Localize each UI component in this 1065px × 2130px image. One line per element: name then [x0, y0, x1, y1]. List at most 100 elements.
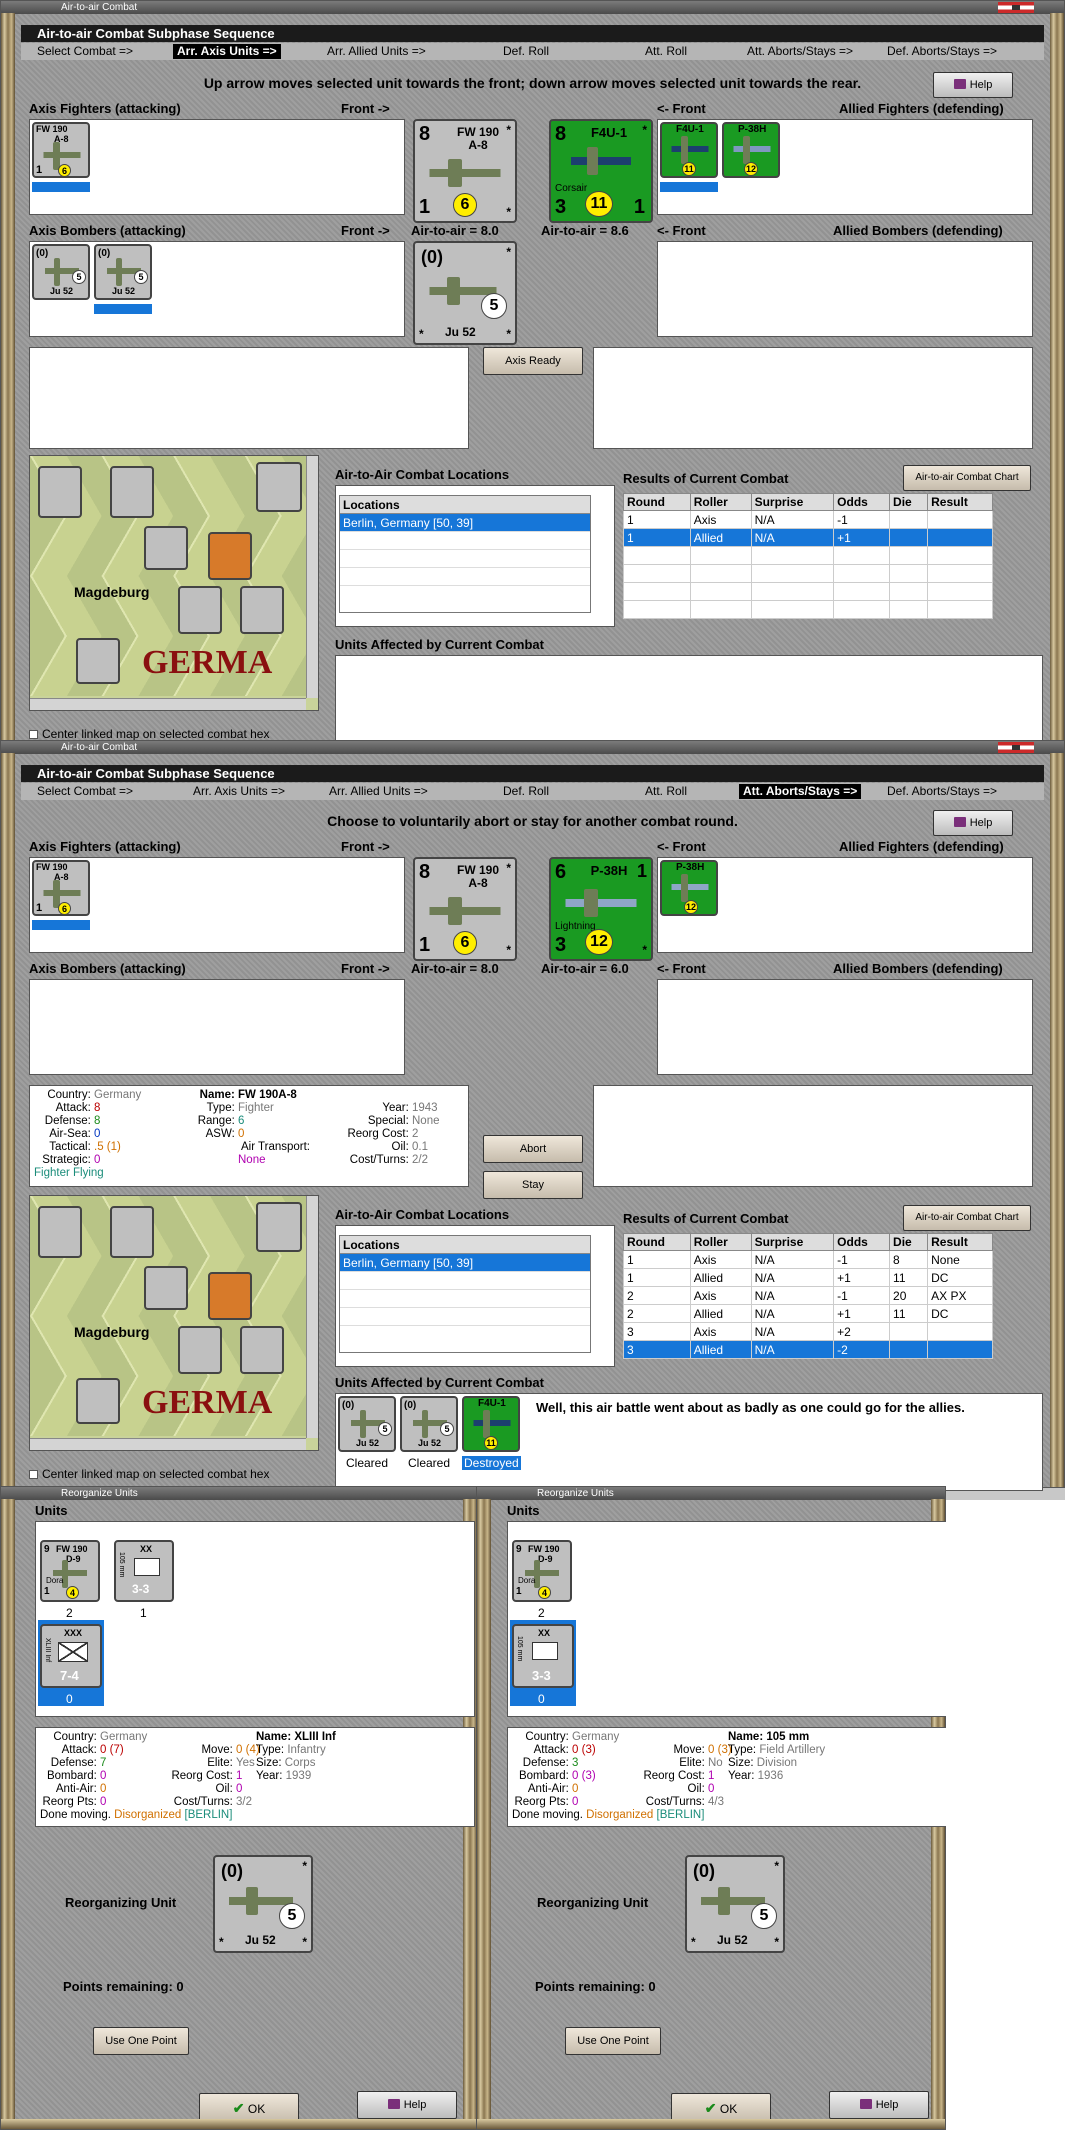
- results-header-roller[interactable]: Roller: [689, 493, 752, 511]
- map-unit-counter[interactable]: [76, 1378, 120, 1424]
- allied-fighters-box[interactable]: F4U-1 11 P-38H 12: [657, 119, 1033, 215]
- units-box[interactable]: 9 FW 190 D-9 Dora 1 4 2 XX 105 mm 3-3 0: [507, 1521, 947, 1717]
- map-unit-counter[interactable]: [178, 1326, 222, 1374]
- map-unit-counter[interactable]: [38, 466, 82, 518]
- ju52-counter-small[interactable]: (0) 5 Ju 52: [32, 244, 90, 300]
- location-row-empty[interactable]: [340, 532, 590, 550]
- help-button[interactable]: Help: [829, 2091, 929, 2119]
- fw190-counter-large[interactable]: 8 FW 190 A-8 * 1 6 *: [413, 119, 517, 223]
- f4u-affected-counter[interactable]: F4U-1 11: [462, 1396, 520, 1452]
- center-map-checkbox[interactable]: Center linked map on selected combat hex: [29, 1467, 269, 1481]
- p38-counter-large[interactable]: 6 P-38H 1 Lightning 3 12 *: [549, 857, 653, 961]
- allied-bombers-box[interactable]: [657, 979, 1033, 1075]
- table-row[interactable]: 3 Allied N/A -2: [623, 1340, 993, 1359]
- map-unit-counter[interactable]: [240, 1326, 284, 1374]
- results-header-surprise[interactable]: Surprise: [750, 1233, 835, 1251]
- table-row[interactable]: [623, 546, 993, 565]
- linked-map[interactable]: Magdeburg GERMA: [29, 455, 319, 711]
- table-row[interactable]: 1 Axis N/A -1: [623, 510, 993, 529]
- axis-fighters-box[interactable]: FW 190 A-8 1 6: [29, 119, 405, 215]
- allied-bombers-box[interactable]: [657, 241, 1033, 337]
- map-horizontal-scrollbar[interactable]: [30, 1438, 306, 1450]
- f4u-counter-large[interactable]: 8 F4U-1 * Corsair 3 11 1: [549, 119, 653, 223]
- table-row[interactable]: 3 Axis N/A +2: [623, 1322, 993, 1341]
- map-unit-counter[interactable]: [144, 526, 188, 570]
- map-unit-counter[interactable]: [38, 1206, 82, 1258]
- results-header-round[interactable]: Round: [623, 1233, 691, 1251]
- help-button[interactable]: Help: [933, 72, 1013, 98]
- allied-fighters-box[interactable]: P-38H 12: [657, 857, 1033, 953]
- axis-bombers-box[interactable]: [29, 979, 405, 1075]
- table-row[interactable]: 1 Allied N/A +1 11 DC: [623, 1268, 993, 1287]
- window-titlebar[interactable]: Reorganize Units: [1, 1487, 477, 1500]
- results-header-round[interactable]: Round: [623, 493, 691, 511]
- locations-list[interactable]: Locations Berlin, Germany [50, 39]: [339, 1235, 591, 1353]
- location-row-berlin[interactable]: Berlin, Germany [50, 39]: [340, 1254, 590, 1272]
- location-row-empty[interactable]: [340, 1290, 590, 1308]
- stay-button[interactable]: Stay: [483, 1171, 583, 1199]
- checkbox-box[interactable]: [29, 1470, 38, 1479]
- map-unit-counter[interactable]: [208, 532, 252, 580]
- center-map-checkbox[interactable]: Center linked map on selected combat hex: [29, 727, 269, 741]
- ju52-affected-counter-2[interactable]: (0) 5 Ju 52: [400, 1396, 458, 1452]
- fw190d-counter[interactable]: 9 FW 190 D-9 Dora 1 4: [512, 1540, 572, 1602]
- table-row[interactable]: 2 Axis N/A -1 20 AX PX: [623, 1286, 993, 1305]
- results-header-odds[interactable]: Odds: [833, 1233, 891, 1251]
- use-one-point-button[interactable]: Use One Point: [565, 2027, 661, 2055]
- map-unit-counter[interactable]: [178, 586, 222, 634]
- results-header-result[interactable]: Result: [927, 493, 993, 511]
- units-box[interactable]: 9 FW 190 D-9 Dora 1 4 2 XX 105 mm 3-3 1 …: [35, 1521, 475, 1717]
- combat-chart-button[interactable]: Air-to-air Combat Chart: [903, 1205, 1031, 1231]
- linked-map[interactable]: Magdeburg GERMA: [29, 1195, 319, 1451]
- fw190-counter-large[interactable]: 8 FW 190 A-8 * 1 6 *: [413, 857, 517, 961]
- ju52-reorg-counter[interactable]: (0) * 5 Ju 52 * *: [213, 1855, 313, 1953]
- fw190d-counter[interactable]: 9 FW 190 D-9 Dora 1 4: [40, 1540, 100, 1602]
- artillery-counter[interactable]: XX 105 mm 3-3: [512, 1624, 574, 1688]
- results-header-roller[interactable]: Roller: [689, 1233, 752, 1251]
- map-unit-counter[interactable]: [208, 1272, 252, 1320]
- map-unit-counter[interactable]: [240, 586, 284, 634]
- fw190-counter-small[interactable]: FW 190 A-8 1 6: [32, 860, 90, 916]
- checkbox-box[interactable]: [29, 730, 38, 739]
- abort-button[interactable]: Abort: [483, 1135, 583, 1163]
- artillery-counter[interactable]: XX 105 mm 3-3: [114, 1540, 174, 1602]
- window-titlebar[interactable]: Air-to-air Combat: [1, 741, 1064, 754]
- results-header-surprise[interactable]: Surprise: [750, 493, 835, 511]
- use-one-point-button[interactable]: Use One Point: [93, 2027, 189, 2055]
- table-row[interactable]: [623, 600, 993, 619]
- window-titlebar[interactable]: Air-to-air Combat: [1, 1, 1064, 14]
- locations-list[interactable]: Locations Berlin, Germany [50, 39]: [339, 495, 591, 613]
- results-header-result[interactable]: Result: [927, 1233, 993, 1251]
- location-row-empty[interactable]: [340, 1308, 590, 1326]
- axis-bombers-box[interactable]: (0) 5 Ju 52 (0) 5 Ju 52: [29, 241, 405, 337]
- help-button[interactable]: Help: [933, 810, 1013, 836]
- map-vertical-scrollbar[interactable]: [306, 1196, 318, 1438]
- map-unit-counter[interactable]: [256, 462, 302, 512]
- map-unit-counter[interactable]: [110, 1206, 154, 1258]
- map-horizontal-scrollbar[interactable]: [30, 698, 306, 710]
- table-row[interactable]: 1 Axis N/A -1 8 None: [623, 1250, 993, 1269]
- infantry-counter[interactable]: XXX XLIII Inf 7-4: [40, 1624, 102, 1688]
- map-unit-counter[interactable]: [256, 1202, 302, 1252]
- map-unit-counter[interactable]: [144, 1266, 188, 1310]
- results-header-die[interactable]: Die: [889, 1233, 929, 1251]
- axis-fighters-box[interactable]: FW 190 A-8 1 6: [29, 857, 405, 953]
- location-row-empty[interactable]: [340, 1272, 590, 1290]
- ju52-counter-small-2[interactable]: (0) 5 Ju 52: [94, 244, 152, 300]
- results-header-odds[interactable]: Odds: [833, 493, 891, 511]
- window-titlebar[interactable]: Reorganize Units: [477, 1487, 945, 1500]
- map-unit-counter[interactable]: [76, 638, 120, 684]
- location-row-empty[interactable]: [340, 550, 590, 568]
- map-unit-counter[interactable]: [110, 466, 154, 518]
- ju52-reorg-counter[interactable]: (0) * 5 Ju 52 * *: [685, 1855, 785, 1953]
- ju52-affected-counter[interactable]: (0) 5 Ju 52: [338, 1396, 396, 1452]
- p38-counter-small[interactable]: P-38H 12: [722, 122, 780, 178]
- f4u-counter-small[interactable]: F4U-1 11: [660, 122, 718, 178]
- fw190-counter-small[interactable]: FW 190 A-8 1 6: [32, 122, 90, 178]
- table-row[interactable]: 2 Allied N/A +1 11 DC: [623, 1304, 993, 1323]
- location-row-empty[interactable]: [340, 568, 590, 586]
- combat-chart-button[interactable]: Air-to-air Combat Chart: [903, 465, 1031, 491]
- help-button[interactable]: Help: [357, 2091, 457, 2119]
- results-header-die[interactable]: Die: [889, 493, 929, 511]
- table-row[interactable]: 1 Allied N/A +1: [623, 528, 993, 547]
